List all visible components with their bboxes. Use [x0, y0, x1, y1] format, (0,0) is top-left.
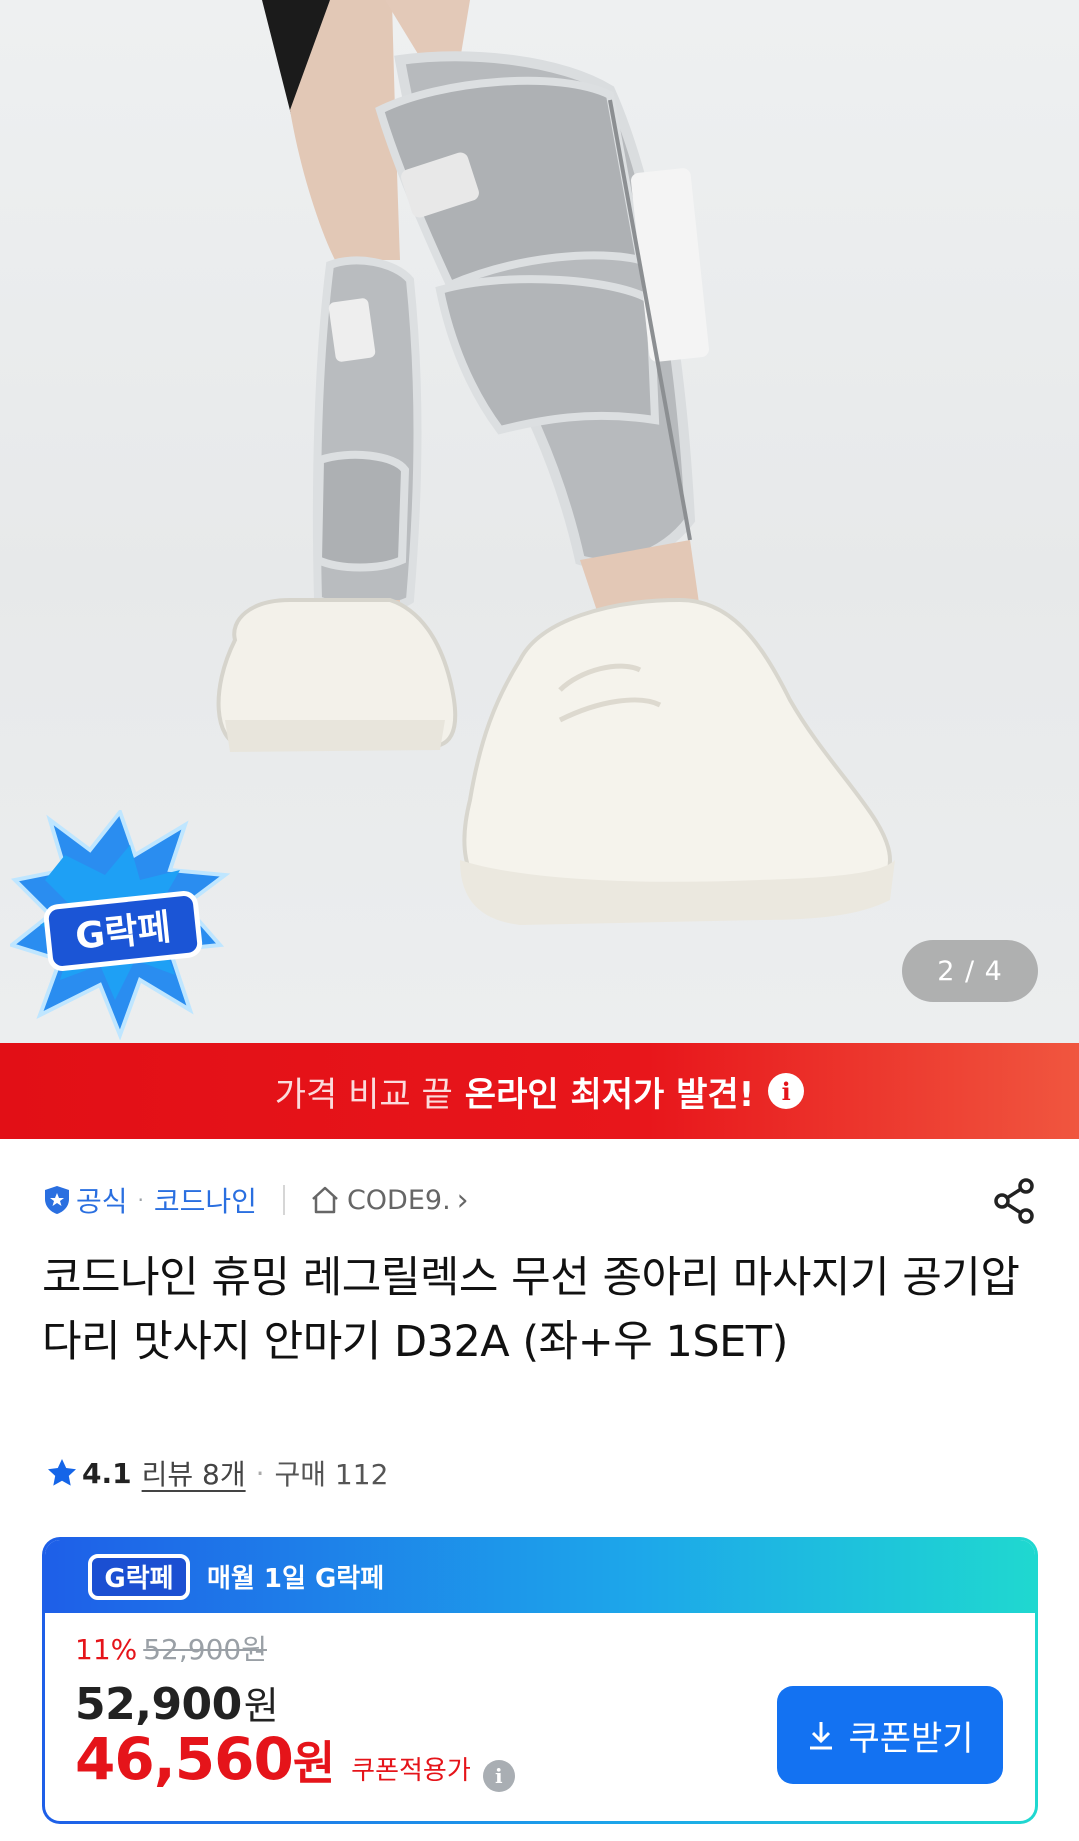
coupon-price-label: 쿠폰적용가 [351, 1756, 471, 1786]
sale-price-amount: 52,900 [75, 1679, 242, 1730]
image-counter: 2 / 4 [902, 940, 1038, 1002]
separator-dot: · [137, 1188, 144, 1212]
price-card-header-text: 매월 1일 G락페 [207, 1564, 385, 1594]
official-label: 공식 [76, 1185, 128, 1218]
g-rakpe-logo: G락페 [88, 1553, 190, 1600]
sale-price-unit: 원 [243, 1684, 279, 1728]
home-icon [312, 1186, 338, 1214]
banner-lead-text: 가격 비교 끝 [274, 1074, 453, 1115]
review-link[interactable]: 리뷰 8개 [142, 1453, 246, 1493]
info-icon[interactable]: i [768, 1073, 805, 1109]
get-coupon-label: 쿠폰받기 [848, 1719, 974, 1758]
rating-score: 4.1 [82, 1456, 132, 1490]
discount-percent: 11% [75, 1633, 138, 1666]
svg-text:G락페: G락페 [104, 1564, 173, 1594]
purchase-count: 구매 112 [274, 1458, 389, 1491]
get-coupon-button[interactable]: 쿠폰받기 [777, 1686, 1003, 1784]
info-icon[interactable]: i [482, 1760, 515, 1792]
store-link[interactable]: CODE9. › [309, 1183, 469, 1218]
coupon-price-unit: 원 [292, 1736, 336, 1790]
original-price: 52,900원 [143, 1633, 267, 1666]
coupon-price-amount: 46,560 [75, 1725, 294, 1793]
g-rakpe-badge: G락페 [10, 810, 231, 1040]
rating-row: 4.1 리뷰 8개 · 구매 112 [46, 1453, 388, 1493]
product-image-carousel[interactable]: G락페 2 / 4 [0, 0, 1079, 1043]
store-name: CODE9. [346, 1184, 451, 1216]
price-card-header: G락페 매월 1일 G락페 [45, 1540, 1035, 1613]
separator-dot: · [255, 1456, 265, 1490]
coupon-price: 46,560 원 쿠폰적용가 i [75, 1725, 515, 1793]
price-card: G락페 매월 1일 G락페 11% 52,900원 52,900원 46,560… [42, 1537, 1038, 1824]
banner-highlight-text: 온라인 최저가 발견! [464, 1074, 755, 1115]
lowest-price-banner[interactable]: 가격 비교 끝 온라인 최저가 발견! i [0, 1043, 1079, 1139]
download-icon [810, 1722, 833, 1750]
discount-line: 11% 52,900원 [75, 1628, 267, 1668]
official-badge: 공식 [42, 1180, 128, 1220]
share-icon[interactable] [990, 1176, 1040, 1226]
product-title: 코드나인 휴밍 레그릴렉스 무선 종아리 마사지기 공기압 다리 맛사지 안마기… [42, 1253, 1020, 1367]
brand-link[interactable]: 코드나인 [154, 1180, 257, 1220]
shield-icon [45, 1186, 69, 1214]
sale-price: 52,900원 [75, 1675, 279, 1730]
chevron-right-icon: › [456, 1182, 469, 1218]
star-icon [48, 1459, 76, 1486]
divider [282, 1185, 285, 1215]
seller-row: 공식 · 코드나인 CODE9. › [42, 1178, 469, 1222]
